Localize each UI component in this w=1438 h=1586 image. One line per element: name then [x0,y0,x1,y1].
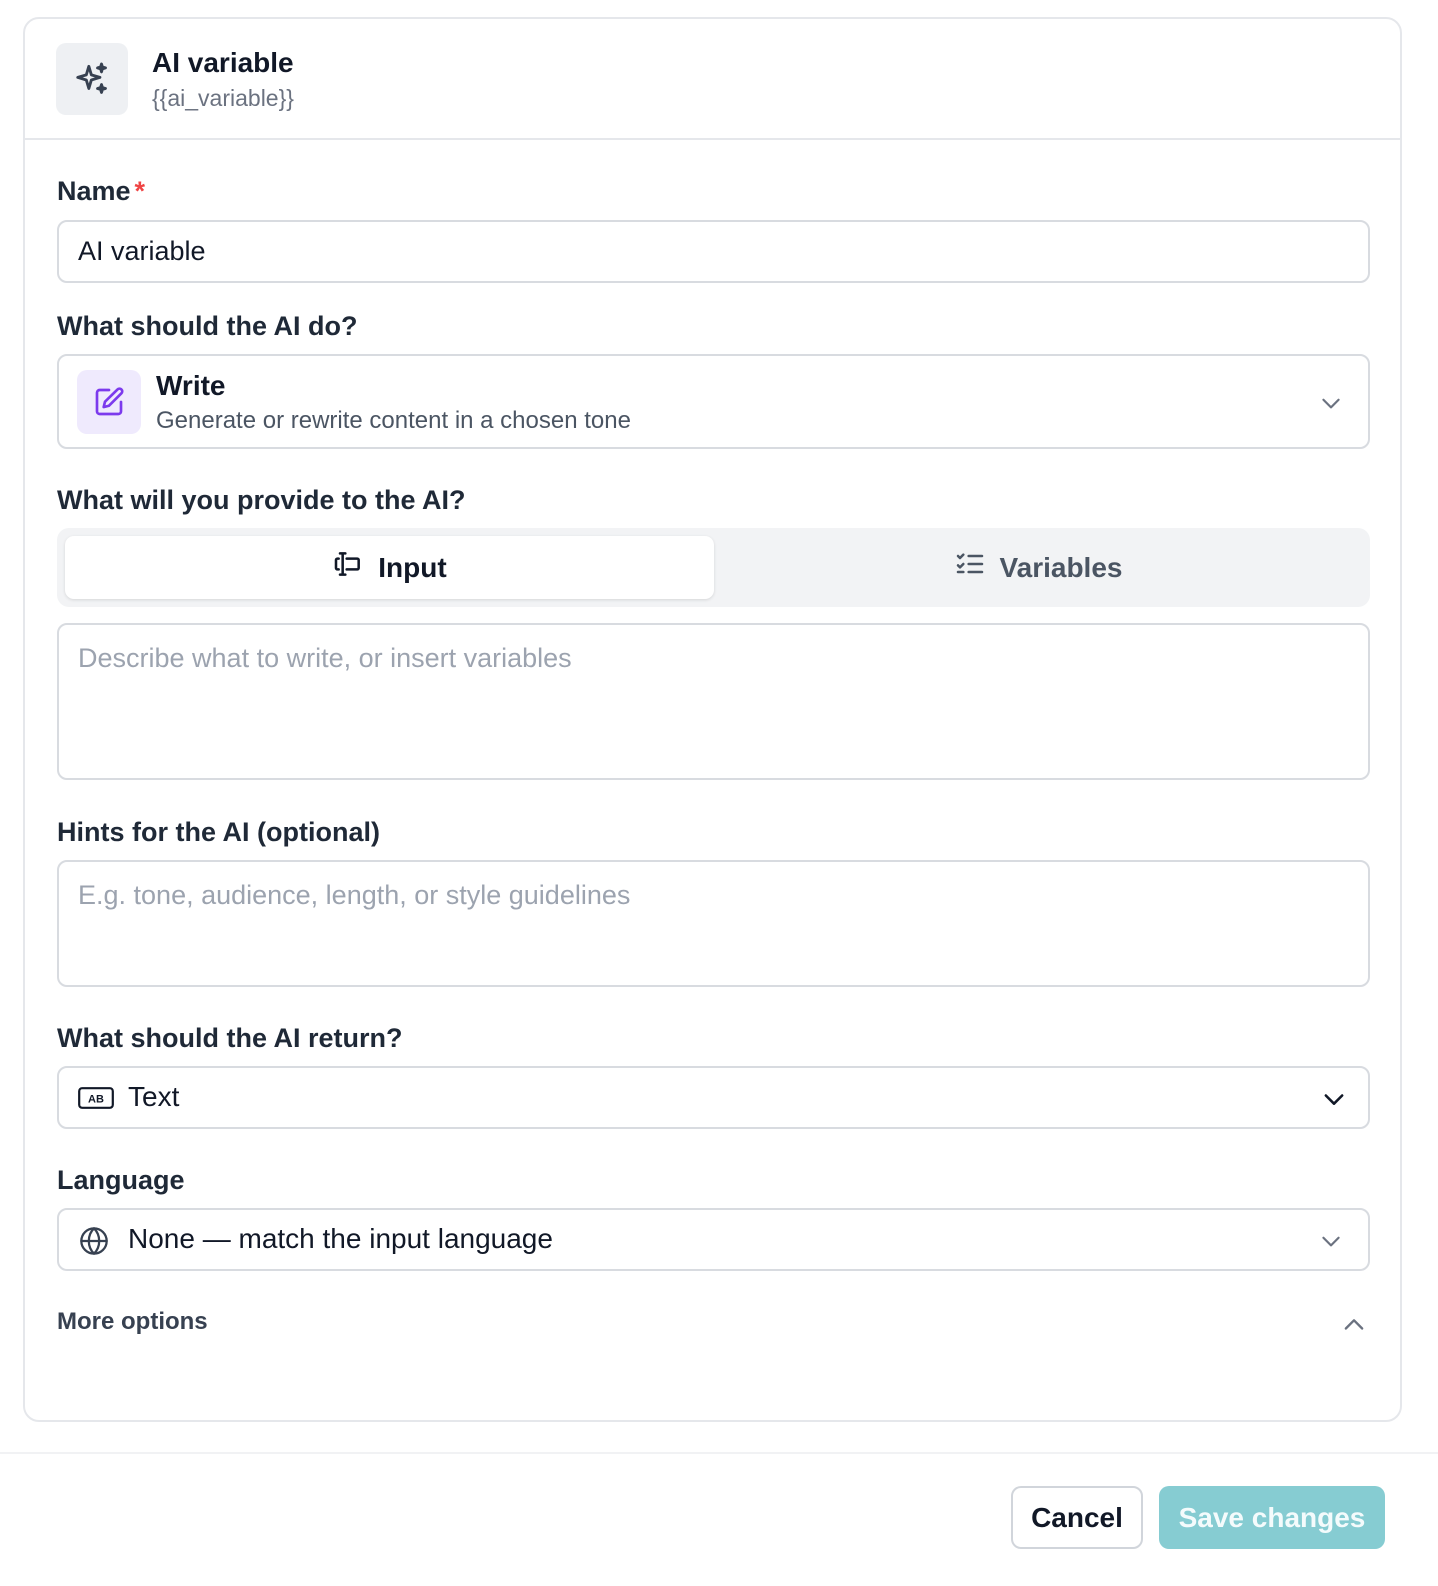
hints-placeholder: E.g. tone, audience, length, or style gu… [78,880,631,910]
provide-label: What will you provide to the AI? [57,485,466,515]
return-selected: Text [128,1081,180,1112]
text-cursor-input-icon [332,548,364,587]
cancel-button[interactable]: Cancel [1011,1486,1143,1549]
tab-input-label: Input [378,551,447,583]
ai-variable-card: AI variable {{ai_variable}} Name * AI var… [23,17,1402,1422]
text-type-icon: AB [78,1087,114,1109]
name-label: Name * [57,176,145,207]
sparkles-icon [56,43,128,115]
text-type-icon-label: AB [88,1094,104,1106]
edit-icon [77,370,141,434]
return-select[interactable]: AB Text [57,1066,1370,1129]
tab-variables-label: Variables [999,551,1123,583]
card-title: AI variable [152,47,294,78]
hints-textarea[interactable]: E.g. tone, audience, length, or style gu… [57,860,1370,987]
provide-segmented-control: Input Variables [57,528,1370,607]
save-changes-button[interactable]: Save changes [1159,1486,1385,1549]
name-input-value: AI variable [78,236,206,266]
action-select[interactable]: Write Generate or rewrite content in a c… [57,354,1370,449]
action-label: What should the AI do? [57,311,358,341]
chevron-down-icon [1320,1085,1348,1118]
language-select[interactable]: None — match the input language [57,1208,1370,1271]
language-label: Language [57,1165,185,1195]
chevron-down-icon [1318,1228,1344,1259]
variable-token: {{ai_variable}} [152,85,294,111]
footer-divider [0,1452,1438,1454]
name-input[interactable]: AI variable [57,220,1370,283]
globe-icon [78,1225,110,1257]
prompt-textarea[interactable]: Describe what to write, or insert variab… [57,623,1370,780]
required-mark: * [134,176,146,206]
name-label-text: Name [57,176,131,206]
more-options-toggle[interactable]: More options [57,1308,208,1336]
card-header: AI variable {{ai_variable}} [25,19,1400,140]
action-selected-title: Write [156,370,226,401]
hints-label: Hints for the AI (optional) [57,817,380,847]
prompt-placeholder: Describe what to write, or insert variab… [78,643,572,673]
chevron-up-icon[interactable] [1340,1311,1368,1344]
language-selected: None — match the input language [128,1223,553,1254]
return-label: What should the AI return? [57,1023,403,1053]
tab-variables[interactable]: Variables [714,536,1362,599]
action-selected-description: Generate or rewrite content in a chosen … [156,407,631,434]
tab-input[interactable]: Input [65,536,714,599]
list-checks-icon [954,548,986,587]
chevron-down-icon [1318,390,1344,421]
